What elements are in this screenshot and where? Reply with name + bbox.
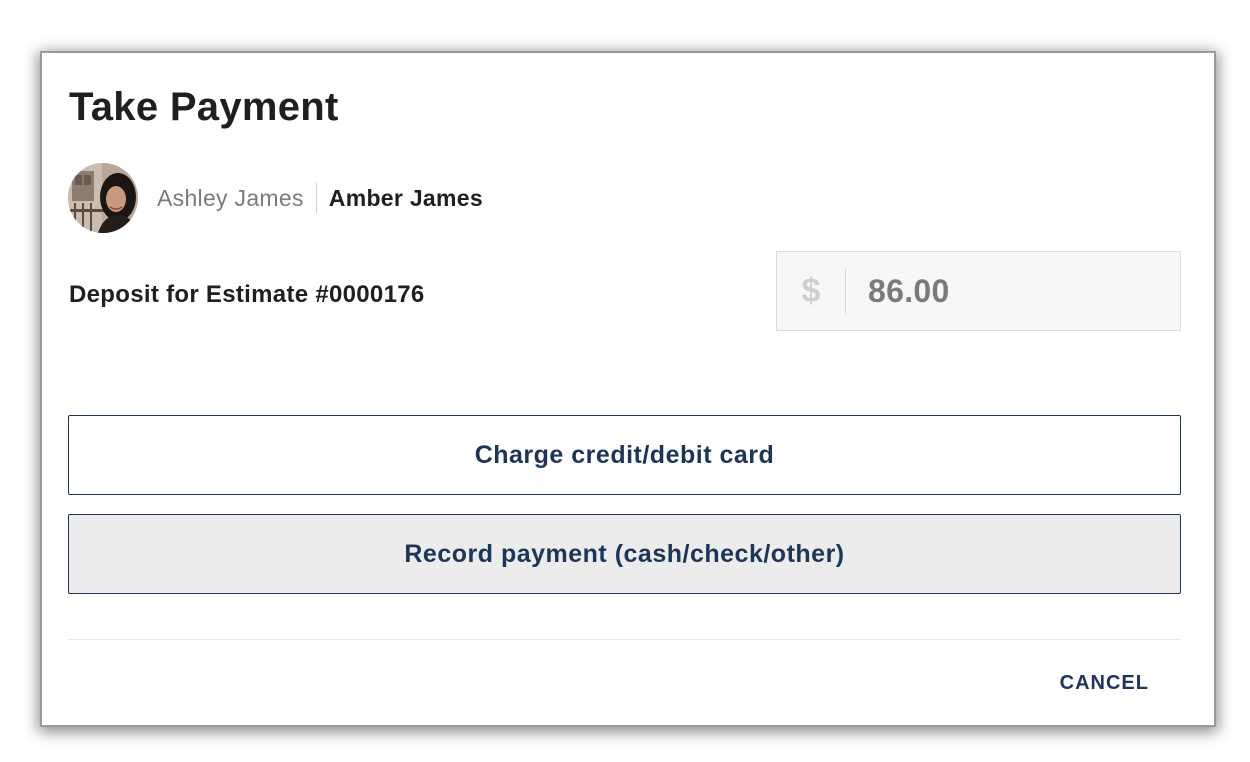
name-separator	[315, 183, 317, 213]
footer-divider	[68, 639, 1181, 640]
person-photo-avatar-icon	[68, 163, 138, 233]
amount-input[interactable]	[846, 260, 1170, 322]
secondary-customer-name: Ashley James	[157, 184, 304, 211]
charge-card-button[interactable]: Charge credit/debit card	[68, 415, 1181, 495]
cancel-button[interactable]: CANCEL	[1060, 672, 1149, 695]
record-payment-button[interactable]: Record payment (cash/check/other)	[68, 514, 1181, 594]
dialog-title: Take Payment	[69, 85, 339, 129]
currency-symbol: $	[801, 271, 821, 310]
amount-field[interactable]: $	[776, 251, 1181, 331]
customer-row: Ashley James Amber James	[68, 163, 483, 233]
take-payment-dialog: Take Payment Ashley James Amber James De…	[42, 53, 1214, 725]
customer-avatar	[68, 163, 138, 233]
primary-customer-name: Amber James	[328, 184, 483, 211]
payment-description: Deposit for Estimate #0000176	[69, 281, 425, 308]
